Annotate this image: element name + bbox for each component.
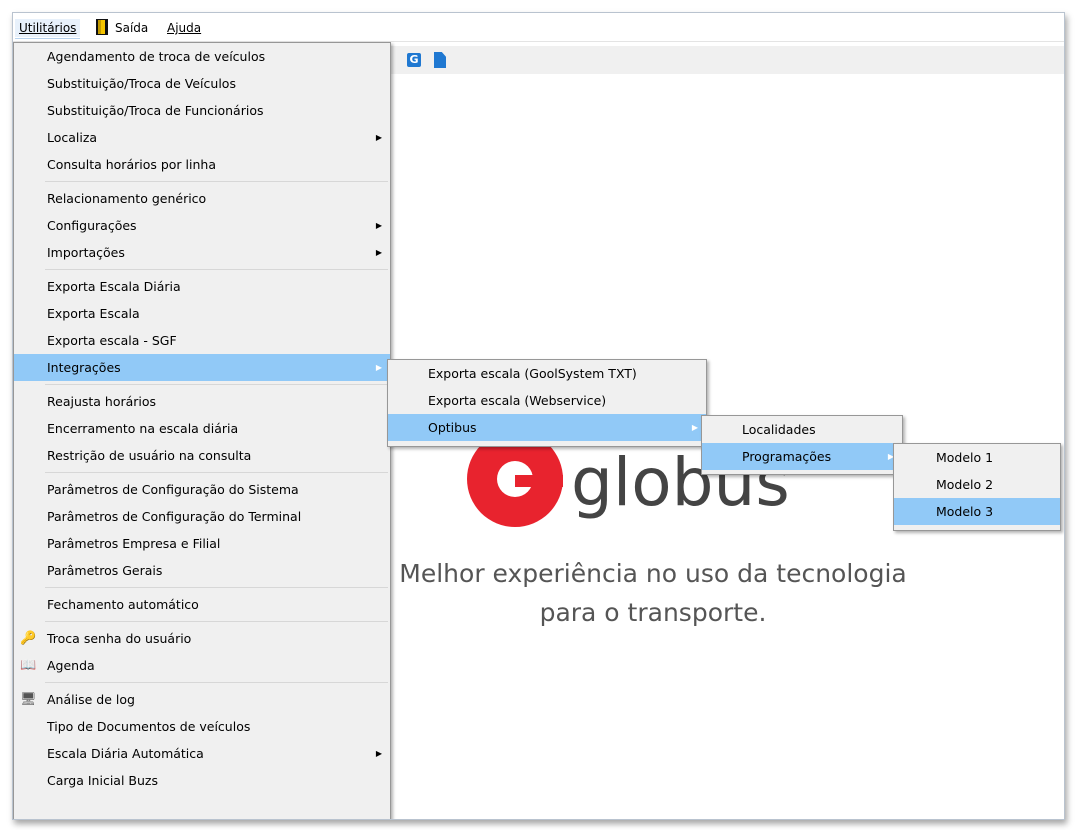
menu-bar: Utilitários Saída Ajuda	[13, 13, 1064, 42]
menu-item-programacoes[interactable]: Programações ▶	[702, 443, 902, 470]
menu-item-exporta-webservice[interactable]: Exporta escala (Webservice)	[388, 387, 706, 414]
log-monitor-icon: 🖥	[20, 692, 37, 707]
menu-item-modelo-1[interactable]: Modelo 1	[894, 444, 1060, 471]
submenu-arrow-icon: ▶	[375, 133, 382, 142]
menu-item-escala-diaria-automatica[interactable]: Escala Diária Automática ▶	[14, 740, 390, 767]
menu-item-agenda[interactable]: 📖 Agenda	[14, 652, 390, 679]
book-icon: 📖	[20, 658, 37, 673]
menu-item-integracoes[interactable]: Integrações ▶	[14, 354, 390, 381]
integracoes-submenu: Exporta escala (GoolSystem TXT) Exporta …	[387, 359, 707, 447]
menu-item-parametros-empresa[interactable]: Parâmetros Empresa e Filial	[14, 530, 390, 557]
menu-separator	[45, 621, 388, 622]
menu-item-importacoes[interactable]: Importações ▶	[14, 239, 390, 266]
menu-item-configuracoes[interactable]: Configurações ▶	[14, 212, 390, 239]
menu-item-parametros-gerais[interactable]: Parâmetros Gerais	[14, 557, 390, 584]
menu-item-fechamento-automatico[interactable]: Fechamento automático	[14, 591, 390, 618]
menu-item-parametros-terminal[interactable]: Parâmetros de Configuração do Terminal	[14, 503, 390, 530]
submenu-arrow-icon: ▶	[375, 248, 382, 257]
menu-item-relacionamento[interactable]: Relacionamento genérico	[14, 185, 390, 212]
submenu-arrow-icon: ▶	[375, 221, 382, 230]
optibus-submenu: Localidades Programações ▶	[701, 415, 903, 475]
key-icon: 🔑	[20, 631, 37, 646]
document-icon[interactable]	[434, 52, 446, 68]
menu-separator	[45, 384, 388, 385]
menu-ajuda[interactable]: Ajuda	[163, 19, 205, 37]
menu-item-reajusta-horarios[interactable]: Reajusta horários	[14, 388, 390, 415]
utilitarios-menu: Agendamento de troca de veículos Substit…	[13, 42, 391, 819]
menu-item-tipo-documentos[interactable]: Tipo de Documentos de veículos	[14, 713, 390, 740]
menu-item-encerramento[interactable]: Encerramento na escala diária	[14, 415, 390, 442]
programacoes-submenu: Modelo 1 Modelo 2 Modelo 3	[893, 443, 1061, 531]
slogan-line-1: Melhor experiência no uso da tecnologia	[399, 559, 907, 588]
menu-separator	[45, 472, 388, 473]
menu-item-localidades[interactable]: Localidades	[702, 416, 902, 443]
submenu-arrow-icon: ▶	[375, 749, 382, 758]
globus-g-icon[interactable]: G	[407, 53, 421, 67]
slogan-line-2: para o transporte.	[539, 598, 767, 627]
menu-item-substituicao-veiculos[interactable]: Substituição/Troca de Veículos	[14, 70, 390, 97]
menu-item-agendamento[interactable]: Agendamento de troca de veículos	[14, 43, 390, 70]
menu-item-optibus[interactable]: Optibus ▶	[388, 414, 706, 441]
menu-separator	[45, 181, 388, 182]
menu-item-substituicao-funcionarios[interactable]: Substituição/Troca de Funcionários	[14, 97, 390, 124]
exit-door-icon[interactable]	[96, 19, 108, 35]
submenu-arrow-icon: ▶	[691, 423, 698, 432]
menu-item-modelo-2[interactable]: Modelo 2	[894, 471, 1060, 498]
submenu-arrow-icon: ▶	[375, 363, 382, 372]
menu-item-localiza[interactable]: Localiza ▶	[14, 124, 390, 151]
menu-separator	[45, 587, 388, 588]
app-window: Utilitários Saída Ajuda G globus Melhor …	[12, 12, 1065, 820]
menu-saida[interactable]: Saída	[111, 19, 152, 37]
menu-item-exporta-escala-diaria[interactable]: Exporta Escala Diária	[14, 273, 390, 300]
menu-item-parametros-sistema[interactable]: Parâmetros de Configuração do Sistema	[14, 476, 390, 503]
menu-item-exporta-goolsystem[interactable]: Exporta escala (GoolSystem TXT)	[388, 360, 706, 387]
menu-item-modelo-3[interactable]: Modelo 3	[894, 498, 1060, 525]
menu-item-troca-senha[interactable]: 🔑 Troca senha do usuário	[14, 625, 390, 652]
menu-item-carga-inicial-buzs[interactable]: Carga Inicial Buzs	[14, 767, 390, 794]
menu-utilitarios[interactable]: Utilitários	[15, 19, 81, 39]
menu-item-exporta-escala[interactable]: Exporta Escala	[14, 300, 390, 327]
menu-item-restricao-usuario[interactable]: Restrição de usuário na consulta	[14, 442, 390, 469]
menu-separator	[45, 682, 388, 683]
toolbar: G	[389, 46, 1064, 74]
menu-item-analise-log[interactable]: 🖥 Análise de log	[14, 686, 390, 713]
menu-separator	[45, 269, 388, 270]
menu-item-exporta-escala-sgf[interactable]: Exporta escala - SGF	[14, 327, 390, 354]
menu-item-consulta-horarios[interactable]: Consulta horários por linha	[14, 151, 390, 178]
